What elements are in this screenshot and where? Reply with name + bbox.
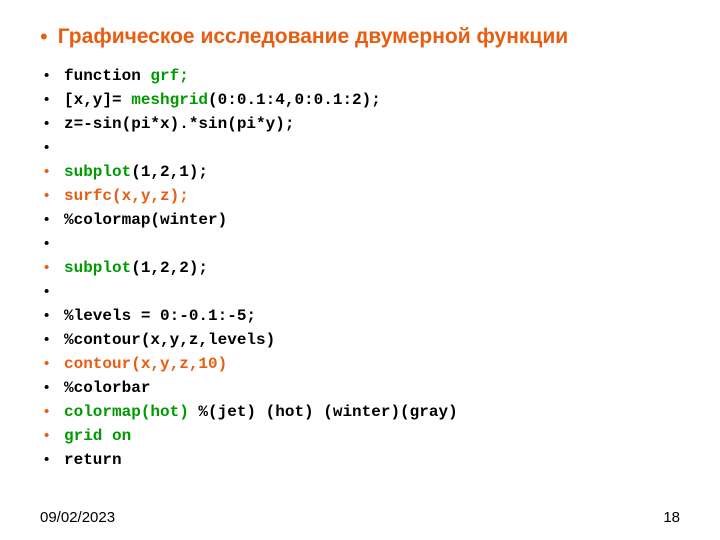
bullet-icon: • bbox=[44, 232, 54, 256]
bullet-icon: • bbox=[44, 64, 54, 88]
code-line: • %colorbar bbox=[44, 376, 680, 400]
bullet-icon: • bbox=[44, 376, 54, 400]
code-text: contour(x,y,z,10) bbox=[64, 352, 227, 376]
bullet-icon: • bbox=[44, 208, 54, 232]
bullet-icon: • bbox=[44, 88, 54, 112]
code-text: %colormap(winter) bbox=[64, 208, 227, 232]
code-line: • %levels = 0:-0.1:-5; bbox=[44, 304, 680, 328]
code-text: surfc(x,y,z); bbox=[64, 184, 189, 208]
code-line: • z=-sin(pi*x).*sin(pi*y); bbox=[44, 112, 680, 136]
code-line: • surfc(x,y,z); bbox=[44, 184, 680, 208]
bullet-icon: • bbox=[44, 136, 54, 160]
code-text: %levels = 0:-0.1:-5; bbox=[64, 304, 256, 328]
bullet-icon: • bbox=[44, 304, 54, 328]
bullet-icon: • bbox=[44, 256, 54, 280]
code-text: %contour(x,y,z,levels) bbox=[64, 328, 275, 352]
code-line: • %colormap(winter) bbox=[44, 208, 680, 232]
title-bullet-icon: • bbox=[40, 24, 48, 50]
code-line: • grid on bbox=[44, 424, 680, 448]
code-line-empty: • bbox=[44, 136, 680, 160]
footer-page-number: 18 bbox=[663, 509, 680, 526]
code-text: %colorbar bbox=[64, 376, 150, 400]
footer-date: 09/02/2023 bbox=[40, 509, 115, 526]
code-line: • subplot(1,2,2); bbox=[44, 256, 680, 280]
bullet-icon: • bbox=[44, 112, 54, 136]
slide-footer: 09/02/2023 18 bbox=[40, 509, 680, 526]
code-text: colormap(hot) %(jet) (hot) (winter)(gray… bbox=[64, 400, 458, 424]
code-line-empty: • bbox=[44, 280, 680, 304]
code-list: • function grf; • [x,y]= meshgrid(0:0.1:… bbox=[40, 64, 680, 472]
code-text: grid on bbox=[64, 424, 131, 448]
slide-title: Графическое исследование двумерной функц… bbox=[58, 24, 568, 50]
code-text: [x,y]= meshgrid(0:0.1:4,0:0.1:2); bbox=[64, 88, 381, 112]
code-line: • %contour(x,y,z,levels) bbox=[44, 328, 680, 352]
code-line: • [x,y]= meshgrid(0:0.1:4,0:0.1:2); bbox=[44, 88, 680, 112]
code-text: function grf; bbox=[64, 64, 189, 88]
code-line: • return bbox=[44, 448, 680, 472]
code-text: z=-sin(pi*x).*sin(pi*y); bbox=[64, 112, 294, 136]
code-line: • contour(x,y,z,10) bbox=[44, 352, 680, 376]
code-text: return bbox=[64, 448, 122, 472]
code-line: • colormap(hot) %(jet) (hot) (winter)(gr… bbox=[44, 400, 680, 424]
bullet-icon: • bbox=[44, 448, 54, 472]
bullet-icon: • bbox=[44, 352, 54, 376]
code-line: • subplot(1,2,1); bbox=[44, 160, 680, 184]
code-line: • function grf; bbox=[44, 64, 680, 88]
code-line-empty: • bbox=[44, 232, 680, 256]
bullet-icon: • bbox=[44, 184, 54, 208]
code-text: subplot(1,2,1); bbox=[64, 160, 208, 184]
slide-title-row: • Графическое исследование двумерной фун… bbox=[40, 24, 680, 50]
bullet-icon: • bbox=[44, 160, 54, 184]
bullet-icon: • bbox=[44, 400, 54, 424]
bullet-icon: • bbox=[44, 280, 54, 304]
bullet-icon: • bbox=[44, 424, 54, 448]
bullet-icon: • bbox=[44, 328, 54, 352]
code-text: subplot(1,2,2); bbox=[64, 256, 208, 280]
